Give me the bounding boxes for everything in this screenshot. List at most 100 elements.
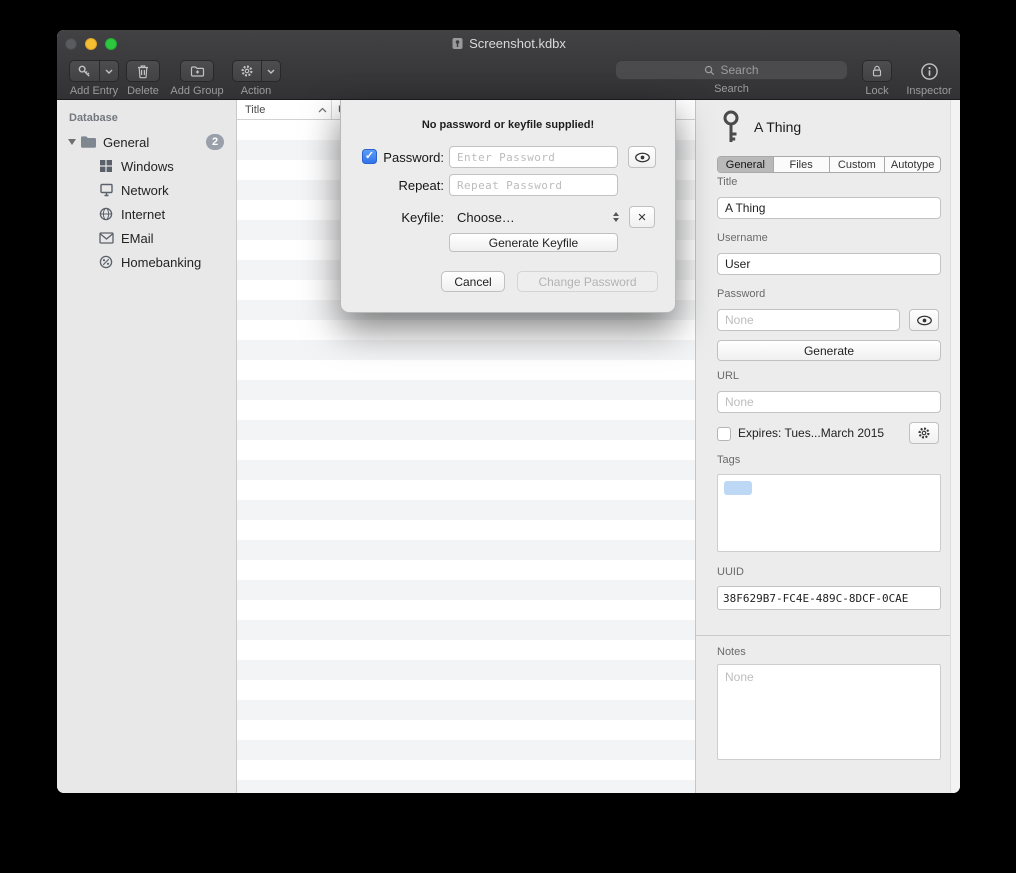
- inspector-panel: A Thing General Files Custom Autotype Ti…: [695, 100, 960, 793]
- window-title: Screenshot.kdbx: [469, 36, 566, 51]
- tags-label: Tags: [717, 454, 740, 466]
- sidebar-item-general[interactable]: General 2: [57, 130, 236, 154]
- delete-label: Delete: [127, 85, 159, 97]
- eye-icon: [634, 152, 651, 163]
- expires-label: Expires: Tues...March 2015: [738, 426, 884, 440]
- sidebar-item-label: Network: [121, 183, 169, 198]
- uuid-field[interactable]: [717, 586, 941, 610]
- password-checkbox[interactable]: ✓: [362, 149, 377, 164]
- action-button[interactable]: [232, 60, 281, 82]
- document-icon: [451, 37, 464, 50]
- notes-field[interactable]: [717, 664, 941, 760]
- column-title-label: Title: [245, 104, 265, 116]
- toolbar-item-delete: Delete: [121, 60, 165, 97]
- entry-title: A Thing: [754, 119, 801, 135]
- sidebar-item-label: Windows: [121, 159, 174, 174]
- globe-icon: [97, 205, 115, 223]
- lock-label: Lock: [865, 85, 888, 97]
- change-password-button[interactable]: Change Password: [517, 271, 658, 292]
- network-icon: [97, 181, 115, 199]
- stepper-icon: [613, 212, 619, 222]
- sidebar-item-windows[interactable]: Windows: [57, 154, 236, 178]
- inspector-scrollbar[interactable]: [950, 100, 960, 793]
- cancel-button[interactable]: Cancel: [441, 271, 505, 292]
- dialog-password-label: Password:: [381, 150, 444, 165]
- dialog-keyfile-label: Keyfile:: [381, 210, 444, 225]
- add-group-label: Add Group: [170, 85, 223, 97]
- dialog-password-input[interactable]: [449, 146, 618, 168]
- folder-icon: [79, 133, 97, 151]
- keyfile-popup[interactable]: Choose…: [449, 206, 623, 228]
- password-field[interactable]: [717, 309, 900, 331]
- inspector-tabs: General Files Custom Autotype: [717, 156, 941, 173]
- reveal-password-button[interactable]: [628, 146, 656, 168]
- expires-checkbox[interactable]: [717, 427, 731, 441]
- username-field[interactable]: [717, 253, 941, 275]
- add-entry-label: Add Entry: [70, 85, 118, 97]
- lock-button[interactable]: [862, 60, 892, 82]
- title-label: Title: [717, 176, 737, 188]
- folder-plus-icon: [190, 65, 205, 78]
- close-x-icon: ×: [638, 209, 647, 226]
- eye-icon: [916, 315, 933, 326]
- url-field[interactable]: [717, 391, 941, 413]
- toolbar-item-inspector: Inspector: [902, 60, 956, 97]
- entry-key-icon: [720, 109, 742, 150]
- dialog-repeat-input[interactable]: [449, 174, 618, 196]
- sidebar-item-network[interactable]: Network: [57, 178, 236, 202]
- info-icon: [920, 62, 939, 81]
- reveal-password-button[interactable]: [909, 309, 939, 331]
- tag-chip[interactable]: [724, 481, 752, 495]
- generate-password-button[interactable]: Generate: [717, 340, 941, 361]
- delete-button[interactable]: [126, 60, 160, 82]
- dialog-message: No password or keyfile supplied!: [341, 119, 675, 131]
- gear-icon: [917, 426, 931, 440]
- generate-keyfile-button[interactable]: Generate Keyfile: [449, 233, 618, 252]
- title-field[interactable]: [717, 197, 941, 219]
- toolbar-item-action: Action: [233, 60, 279, 97]
- titlebar: Screenshot.kdbx: [57, 36, 960, 51]
- password-label: Password: [717, 288, 765, 300]
- search-label: Search: [714, 83, 749, 95]
- tab-autotype[interactable]: Autotype: [884, 157, 940, 172]
- tags-field[interactable]: [717, 474, 941, 552]
- tab-files[interactable]: Files: [773, 157, 829, 172]
- add-entry-button[interactable]: [69, 60, 119, 82]
- sidebar-item-label: Homebanking: [121, 255, 201, 270]
- sidebar-item-email[interactable]: EMail: [57, 226, 236, 250]
- homebanking-icon: [97, 253, 115, 271]
- sidebar-item-internet[interactable]: Internet: [57, 202, 236, 226]
- trash-icon: [136, 64, 150, 79]
- sidebar-item-homebanking[interactable]: Homebanking: [57, 250, 236, 274]
- toolbar-item-add-group: Add Group: [167, 60, 227, 97]
- clear-keyfile-button[interactable]: ×: [629, 206, 655, 228]
- chevron-down-icon[interactable]: [99, 61, 118, 81]
- tab-general[interactable]: General: [718, 157, 773, 172]
- windows-icon: [97, 157, 115, 175]
- sidebar-section-header: Database: [57, 108, 236, 130]
- uuid-label: UUID: [717, 566, 744, 578]
- email-icon: [97, 229, 115, 247]
- expires-settings-button[interactable]: [909, 422, 939, 444]
- check-icon: ✓: [365, 150, 374, 162]
- add-group-button[interactable]: [180, 60, 214, 82]
- lock-icon: [870, 64, 884, 78]
- sidebar: Database General 2 Windows Network: [57, 100, 237, 793]
- column-header-title[interactable]: Title: [237, 100, 332, 119]
- notes-label: Notes: [717, 646, 746, 658]
- app-window: Screenshot.kdbx Add Entry Delete: [57, 30, 960, 793]
- chevron-down-icon[interactable]: [261, 61, 280, 81]
- search-icon: [704, 65, 715, 76]
- inspector-label: Inspector: [906, 85, 951, 97]
- toolbar-item-add-entry: Add Entry: [63, 60, 125, 97]
- tab-custom[interactable]: Custom: [829, 157, 885, 172]
- sidebar-item-label: Internet: [121, 207, 165, 222]
- search-input[interactable]: Search: [615, 60, 848, 80]
- gear-icon: [233, 61, 261, 81]
- toolbar-item-lock: Lock: [857, 60, 897, 97]
- disclosure-triangle-icon[interactable]: [65, 139, 79, 145]
- sidebar-item-label: General: [103, 135, 149, 150]
- keyfile-popup-value: Choose…: [457, 210, 515, 225]
- search-placeholder: Search: [720, 63, 758, 77]
- inspector-button[interactable]: [917, 60, 941, 82]
